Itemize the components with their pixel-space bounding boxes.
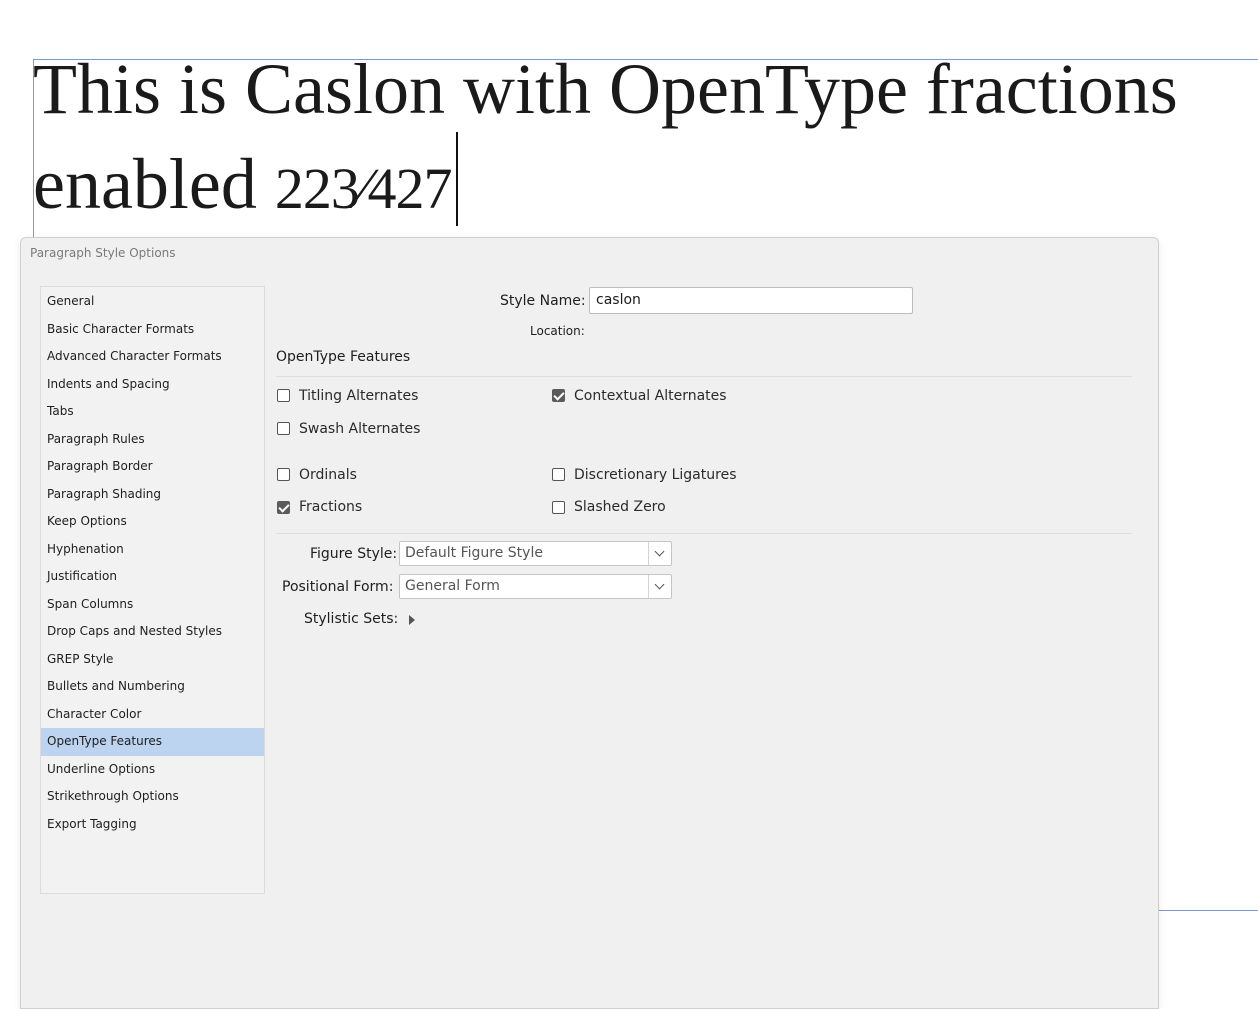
contextual-alternates-checkbox[interactable] xyxy=(552,389,565,402)
sidebar-item-tabs[interactable]: Tabs xyxy=(41,398,264,426)
titling-alternates-checkbox[interactable] xyxy=(277,389,290,402)
paragraph-style-options-dialog: Paragraph Style Options General Basic Cha… xyxy=(20,237,1159,1009)
figure-style-select[interactable]: Default Figure Style xyxy=(399,541,672,566)
discretionary-ligatures-label[interactable]: Discretionary Ligatures xyxy=(574,467,736,483)
disclosure-triangle-icon[interactable] xyxy=(409,615,415,625)
ordinals-checkbox[interactable] xyxy=(277,468,290,481)
chevron-down-icon[interactable] xyxy=(648,542,671,565)
section-title: OpenType Features xyxy=(276,349,411,365)
swash-alternates-label[interactable]: Swash Alternates xyxy=(299,421,420,437)
slashed-zero-label[interactable]: Slashed Zero xyxy=(574,499,666,515)
discretionary-ligatures-checkbox[interactable] xyxy=(552,468,565,481)
text-cursor xyxy=(455,132,458,226)
style-name-input[interactable]: caslon xyxy=(589,287,913,314)
sidebar-item-paragraph-border[interactable]: Paragraph Border xyxy=(41,453,264,481)
sidebar-item-basic-character-formats[interactable]: Basic Character Formats xyxy=(41,316,264,344)
sidebar-item-grep-style[interactable]: GREP Style xyxy=(41,646,264,674)
sidebar-item-advanced-character-formats[interactable]: Advanced Character Formats xyxy=(41,343,264,371)
category-sidebar: General Basic Character Formats Advanced C… xyxy=(40,286,265,894)
sidebar-item-hyphenation[interactable]: Hyphenation xyxy=(41,536,264,564)
fractions-label[interactable]: Fractions xyxy=(299,499,362,515)
dialog-title: Paragraph Style Options xyxy=(30,246,176,260)
style-name-label: Style Name: xyxy=(500,293,586,309)
positional-form-select[interactable]: General Form xyxy=(399,574,672,599)
sidebar-item-drop-caps-and-nested-styles[interactable]: Drop Caps and Nested Styles xyxy=(41,618,264,646)
sidebar-item-underline-options[interactable]: Underline Options xyxy=(41,756,264,784)
document-text-frame[interactable]: This is Caslon with OpenType fractions e… xyxy=(33,46,1258,226)
sidebar-item-paragraph-rules[interactable]: Paragraph Rules xyxy=(41,426,264,454)
location-label: Location: xyxy=(530,324,585,338)
sidebar-item-indents-and-spacing[interactable]: Indents and Spacing xyxy=(41,371,264,399)
sidebar-item-bullets-and-numbering[interactable]: Bullets and Numbering xyxy=(41,673,264,701)
positional-form-value: General Form xyxy=(405,578,500,594)
sidebar-item-general[interactable]: General xyxy=(41,288,264,316)
fractions-checkbox[interactable] xyxy=(277,501,290,514)
sidebar-item-export-tagging[interactable]: Export Tagging xyxy=(41,811,264,839)
contextual-alternates-label[interactable]: Contextual Alternates xyxy=(574,388,727,404)
swash-alternates-checkbox[interactable] xyxy=(277,422,290,435)
category-list: General Basic Character Formats Advanced C… xyxy=(41,288,264,838)
sidebar-item-opentype-features[interactable]: OpenType Features xyxy=(41,728,264,756)
options-divider xyxy=(276,533,1132,534)
sidebar-item-character-color[interactable]: Character Color xyxy=(41,701,264,729)
sidebar-item-paragraph-shading[interactable]: Paragraph Shading xyxy=(41,481,264,509)
stylistic-sets-label: Stylistic Sets: xyxy=(304,611,399,627)
titling-alternates-label[interactable]: Titling Alternates xyxy=(299,388,418,404)
ordinals-label[interactable]: Ordinals xyxy=(299,467,357,483)
chevron-down-icon[interactable] xyxy=(648,575,671,598)
sidebar-item-strikethrough-options[interactable]: Strikethrough Options xyxy=(41,783,264,811)
figure-style-value: Default Figure Style xyxy=(405,545,543,561)
slashed-zero-checkbox[interactable] xyxy=(552,501,565,514)
section-divider xyxy=(276,376,1132,377)
sidebar-item-keep-options[interactable]: Keep Options xyxy=(41,508,264,536)
document-text-line-2: enabled 223⁄427 xyxy=(33,132,1258,226)
document-text-line-1: This is Caslon with OpenType fractions xyxy=(33,49,1178,129)
figure-style-label: Figure Style: xyxy=(310,546,398,562)
document-text-prefix: enabled xyxy=(33,144,275,224)
text-frame-bottom-edge xyxy=(1156,910,1258,911)
positional-form-label: Positional Form: xyxy=(282,579,394,595)
sidebar-item-justification[interactable]: Justification xyxy=(41,563,264,591)
fraction-text: 223⁄427 xyxy=(274,156,453,221)
sidebar-item-span-columns[interactable]: Span Columns xyxy=(41,591,264,619)
